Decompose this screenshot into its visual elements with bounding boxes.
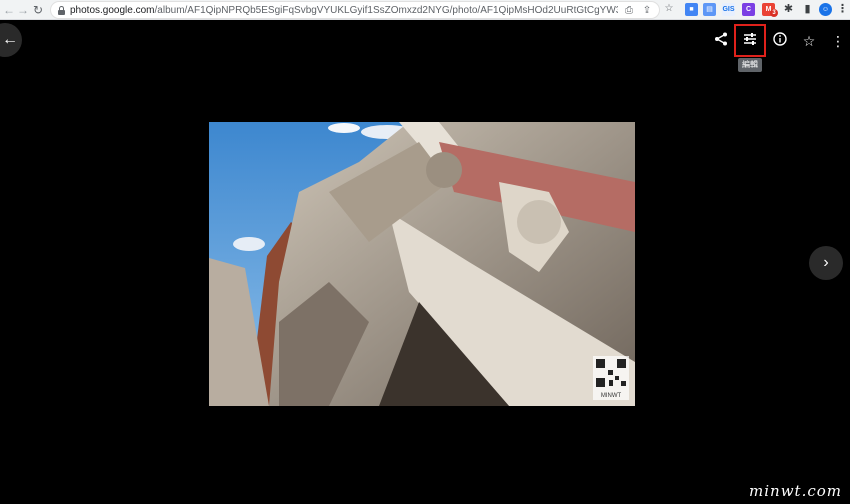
url-host: photos.google.com xyxy=(70,5,155,16)
save-page-icon[interactable]: ⎙ xyxy=(623,5,635,17)
qr-code: MINWT xyxy=(593,356,629,400)
more-options-icon[interactable]: ⋮ xyxy=(826,29,850,53)
favorite-star-icon[interactable]: ☆ xyxy=(797,29,821,53)
extensions-puzzle-icon[interactable]: ✱ xyxy=(782,3,795,16)
edit-button-highlight xyxy=(734,24,766,57)
lock-icon xyxy=(58,6,65,15)
address-bar[interactable]: photos.google.com/album/AF1QipNPRQb5ESgi… xyxy=(50,1,660,19)
cathedral-facade-illustration xyxy=(209,122,635,406)
url-path: /album/AF1QipNPRQb5ESgiFqSvbgVYUKLGyif1S… xyxy=(154,5,618,16)
share-icon[interactable]: ⇪ xyxy=(641,5,653,17)
forward-arrow-icon[interactable]: → xyxy=(16,2,30,18)
next-photo-button[interactable]: › xyxy=(809,246,843,280)
photo-image: MINWT xyxy=(209,122,635,406)
browser-toolbar: ← → ↻ photos.google.com/album/AF1QipNPRQ… xyxy=(0,0,850,20)
extension-badge: 3 xyxy=(770,9,778,17)
profile-avatar[interactable]: ☺ xyxy=(819,3,832,16)
qr-caption: MINWT xyxy=(600,393,622,399)
edit-tooltip: 編輯 xyxy=(738,58,762,72)
reload-icon[interactable]: ↻ xyxy=(31,2,45,18)
chevron-right-icon: › xyxy=(823,254,829,271)
extension-translate-icon[interactable]: ▤ xyxy=(703,3,716,16)
extension-gmail-icon[interactable]: M3 xyxy=(762,3,778,17)
info-icon[interactable] xyxy=(768,29,792,53)
share-icon[interactable] xyxy=(709,29,733,53)
photo-viewer: ← 編輯 ☆ ⋮ MINWT › minwt.com xyxy=(0,21,850,504)
watermark-text: minwt.com xyxy=(749,482,842,500)
extension-google-icon[interactable]: ■ xyxy=(685,3,698,16)
back-arrow-icon: ← xyxy=(2,31,18,48)
extension-c-icon[interactable]: C xyxy=(742,3,755,16)
side-panel-icon[interactable]: ▮ xyxy=(801,3,814,16)
browser-menu-icon[interactable]: ⋮ xyxy=(836,3,849,16)
extension-gis-icon[interactable]: GIS xyxy=(722,3,735,16)
back-button[interactable]: ← xyxy=(0,23,22,57)
back-arrow-icon[interactable]: ← xyxy=(2,2,16,18)
bookmark-star-icon[interactable]: ☆ xyxy=(663,3,675,15)
url-text: photos.google.com/album/AF1QipNPRQb5ESgi… xyxy=(70,4,618,17)
